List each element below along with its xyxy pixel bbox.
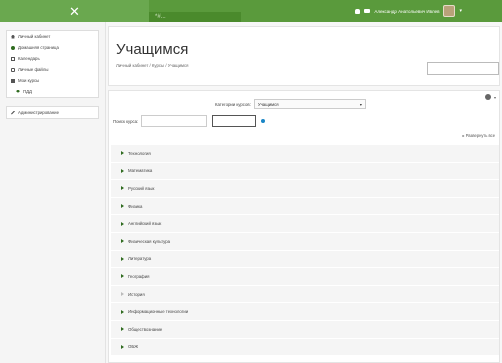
category-name[interactable]: Русский язык <box>128 186 154 191</box>
sidebar-item-pdd[interactable]: ПДД <box>7 86 98 97</box>
list-item[interactable]: Русский язык <box>111 180 499 198</box>
expand-triangle-icon <box>121 344 124 349</box>
category-name[interactable]: Технология <box>128 151 151 156</box>
chevron-down-icon[interactable]: ▾ <box>459 8 462 14</box>
expand-triangle-icon <box>121 151 124 156</box>
category-select[interactable]: Учащимся ▾ <box>253 99 366 109</box>
help-icon[interactable] <box>261 119 266 123</box>
category-selector: Категории курсов: Учащимся ▾ <box>215 99 366 109</box>
expand-triangle-icon <box>121 256 124 261</box>
sidebar-item-label: ПДД <box>23 89 32 94</box>
user-name[interactable]: Александр Анатольевич Ивлев <box>374 9 439 14</box>
sidebar-item-home[interactable]: Домашняя страница <box>7 42 98 53</box>
list-item[interactable]: Обществознание <box>111 320 499 339</box>
sidebar-item-label: Мои курсы <box>18 78 40 83</box>
list-item[interactable]: Английский язык <box>111 215 499 233</box>
list-item[interactable]: Физическая культура <box>111 232 499 251</box>
category-name[interactable]: Физика <box>128 204 142 209</box>
course-search-label: Поиск курса: <box>113 118 139 124</box>
user-menu[interactable]: Александр Анатольевич Ивлев ▾ <box>355 5 462 17</box>
expand-triangle-icon <box>121 327 124 332</box>
expand-triangle-icon <box>121 221 124 226</box>
list-item[interactable]: История <box>111 285 499 304</box>
sidebar-admin: Администрирование <box>6 106 99 119</box>
category-name[interactable]: Физическая культура <box>128 239 170 244</box>
list-item[interactable]: География <box>111 268 499 286</box>
expand-triangle-icon <box>121 309 124 314</box>
list-item[interactable]: Информационные технологии <box>111 303 499 321</box>
main-region: Учащимся Личный кабинет / Курсы / Учащим… <box>106 22 502 363</box>
list-item[interactable]: Физика <box>111 197 499 216</box>
expand-triangle-icon <box>121 168 124 173</box>
sidebar-item-label: Календарь <box>18 56 40 61</box>
site-brand[interactable]: *#... <box>149 12 241 22</box>
category-name[interactable]: Информационные технологии <box>128 309 188 314</box>
close-icon[interactable]: ✕ <box>69 5 80 18</box>
breadcrumb[interactable]: Личный кабинет / Курсы / Учащимся <box>116 63 188 68</box>
page-title: Учащимся <box>116 41 189 58</box>
dashboard-icon <box>11 45 15 50</box>
sidebar-item-my-courses[interactable]: Мои курсы <box>7 75 98 86</box>
expand-triangle-icon <box>121 186 124 191</box>
sidebar-item-administration[interactable]: Администрирование <box>7 107 98 118</box>
category-name[interactable]: ОБЖ <box>128 344 138 349</box>
sidebar-nav: Личный кабинет Домашняя страница Календа… <box>6 30 99 98</box>
file-icon <box>11 67 15 72</box>
avatar[interactable] <box>443 5 456 17</box>
expand-triangle-icon <box>121 274 124 279</box>
expand-triangle-icon <box>121 204 124 209</box>
chevron-down-icon[interactable]: ▾ <box>494 95 496 100</box>
gear-icon[interactable] <box>485 94 491 100</box>
course-search-input[interactable] <box>141 115 208 127</box>
list-item[interactable]: Математика <box>111 162 499 181</box>
sidebar-item-calendar[interactable]: Календарь <box>7 53 98 64</box>
category-name[interactable]: География <box>128 274 149 279</box>
calendar-icon <box>11 56 15 61</box>
courses-icon <box>11 78 15 83</box>
top-navbar: *#... Александр Анатольевич Ивлев ▾ <box>149 0 502 22</box>
category-name[interactable]: Литература <box>128 256 151 261</box>
chevron-down-icon: ▾ <box>359 101 362 107</box>
sidebar-item-label: Личные файлы <box>18 67 49 72</box>
category-list: Технология Математика Русский язык Физик… <box>111 145 499 357</box>
course-search: Поиск курса: <box>113 115 266 127</box>
category-name[interactable]: Обществознание <box>128 327 162 332</box>
sidebar: Личный кабинет Домашняя страница Календа… <box>0 22 106 363</box>
category-name[interactable]: Математика <box>128 168 152 173</box>
page-header: Учащимся Личный кабинет / Курсы / Учащим… <box>108 26 500 86</box>
list-item[interactable]: ОБЖ <box>111 338 499 357</box>
list-item[interactable]: Литература <box>111 250 499 269</box>
bell-icon[interactable] <box>355 8 361 14</box>
header-search-input[interactable] <box>427 62 499 75</box>
wrench-icon <box>11 110 15 115</box>
list-item[interactable]: Технология <box>111 145 499 163</box>
sidebar-item-label: Администрирование <box>18 110 59 115</box>
category-name[interactable]: История <box>128 292 145 297</box>
message-icon[interactable] <box>364 9 371 13</box>
sidebar-item-files[interactable]: Личные файлы <box>7 64 98 75</box>
category-label: Категории курсов: <box>215 101 251 107</box>
home-icon <box>11 34 15 39</box>
expand-all-link[interactable]: ▸ Развернуть все <box>463 133 495 138</box>
sidebar-item-dashboard[interactable]: Личный кабинет <box>7 31 98 42</box>
category-selected-value: Учащимся <box>257 101 279 107</box>
sidebar-item-label: Домашняя страница <box>18 45 59 50</box>
category-name[interactable]: Английский язык <box>128 221 161 226</box>
empty-triangle-icon <box>121 292 124 297</box>
course-category-panel: ▾ Категории курсов: Учащимся ▾ Поиск кур… <box>108 90 500 363</box>
sidebar-header: ✕ <box>0 0 149 22</box>
course-search-button[interactable] <box>212 115 257 127</box>
graduation-icon <box>16 89 20 93</box>
sidebar-item-label: Личный кабинет <box>18 34 51 39</box>
expand-triangle-icon <box>121 239 124 244</box>
